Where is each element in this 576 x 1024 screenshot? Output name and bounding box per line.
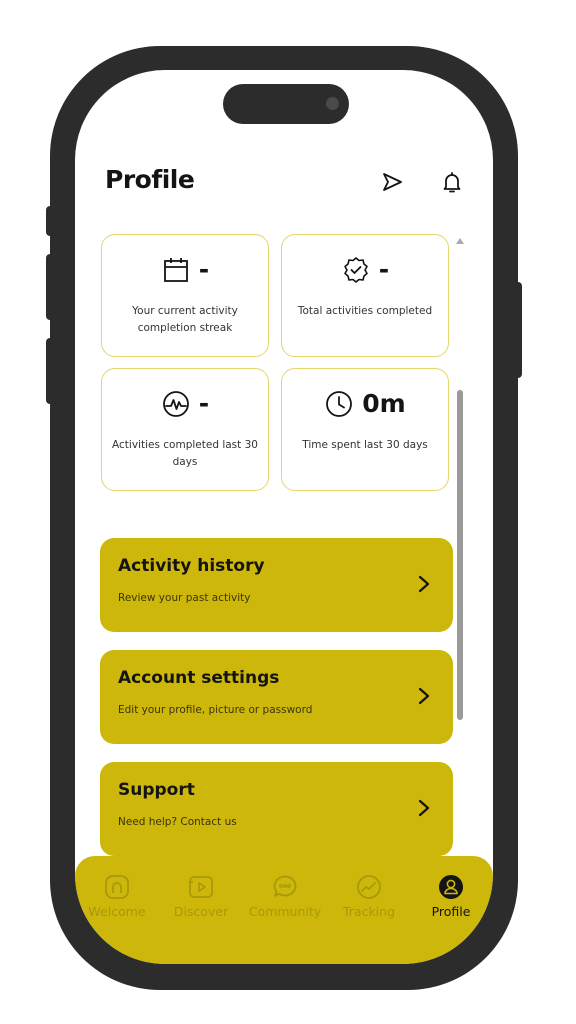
stat-label: Total activities completed [297, 305, 433, 317]
stat-card-last30: - Activities completed last 30 days [101, 368, 269, 491]
scrollbar[interactable] [456, 230, 464, 920]
chat-icon [273, 875, 297, 897]
stat-value: 0m [362, 389, 406, 418]
tracking-icon [357, 875, 381, 899]
stat-card-time: 0m Time spent last 30 days [281, 368, 449, 491]
tab-label: Welcome [88, 904, 146, 919]
support-button[interactable]: Support Need help? Contact us [100, 762, 453, 856]
clock-icon [326, 391, 353, 417]
tab-label: Profile [431, 904, 471, 919]
stat-value: - [378, 255, 390, 284]
tab-tracking[interactable]: Tracking [327, 874, 411, 934]
send-icon[interactable] [380, 170, 404, 194]
play-icon [189, 876, 213, 898]
menu-subtitle: Review your past activity [118, 592, 251, 604]
activity-history-button[interactable]: Activity history Review your past activi… [100, 538, 453, 632]
volume-up-button [46, 254, 54, 320]
menu-subtitle: Edit your profile, picture or password [118, 704, 313, 716]
tab-label: Discover [173, 904, 229, 919]
app-screen: Profile - Your current activity completi… [75, 70, 493, 964]
tab-discover[interactable]: Discover [159, 874, 243, 934]
dynamic-island [223, 84, 349, 124]
tab-profile[interactable]: Profile [409, 874, 493, 934]
stat-label: Activities completed last 30 days [112, 439, 258, 468]
activity-icon [162, 391, 189, 417]
stat-card-total: - Total activities completed [281, 234, 449, 357]
chevron-right-icon [418, 575, 430, 593]
action-button [46, 206, 54, 236]
menu-subtitle: Need help? Contact us [118, 816, 237, 828]
tab-welcome[interactable]: Welcome [75, 874, 159, 934]
menu-title: Activity history [118, 556, 265, 576]
tab-community[interactable]: Community [243, 874, 327, 934]
bottom-tab-bar: Welcome Discover Community Tracking Prof… [75, 856, 493, 964]
stat-value: - [198, 255, 210, 284]
bell-icon[interactable] [440, 170, 464, 194]
stat-value: - [198, 389, 210, 418]
power-button [514, 282, 522, 378]
camera-icon [326, 97, 339, 110]
scrollbar-thumb[interactable] [457, 390, 463, 720]
stat-label: Your current activity completion streak [132, 305, 238, 334]
home-icon [105, 875, 129, 899]
profile-icon [439, 875, 463, 899]
profile-content[interactable]: - Your current activity completion strea… [75, 230, 493, 920]
tab-label: Tracking [342, 904, 396, 919]
chevron-right-icon [418, 799, 430, 817]
volume-down-button [46, 338, 54, 404]
page-title: Profile [105, 165, 195, 194]
badge-icon [343, 257, 368, 283]
phone-frame: Profile - Your current activity completi… [46, 46, 522, 990]
menu-title: Account settings [118, 668, 280, 688]
account-settings-button[interactable]: Account settings Edit your profile, pict… [100, 650, 453, 744]
tab-label: Community [248, 904, 322, 919]
stat-label: Time spent last 30 days [302, 439, 428, 451]
menu-title: Support [118, 780, 195, 800]
stat-card-streak: - Your current activity completion strea… [101, 234, 269, 357]
chevron-right-icon [418, 687, 430, 705]
calendar-icon [163, 258, 188, 282]
scroll-up-arrow-icon[interactable] [456, 238, 464, 244]
